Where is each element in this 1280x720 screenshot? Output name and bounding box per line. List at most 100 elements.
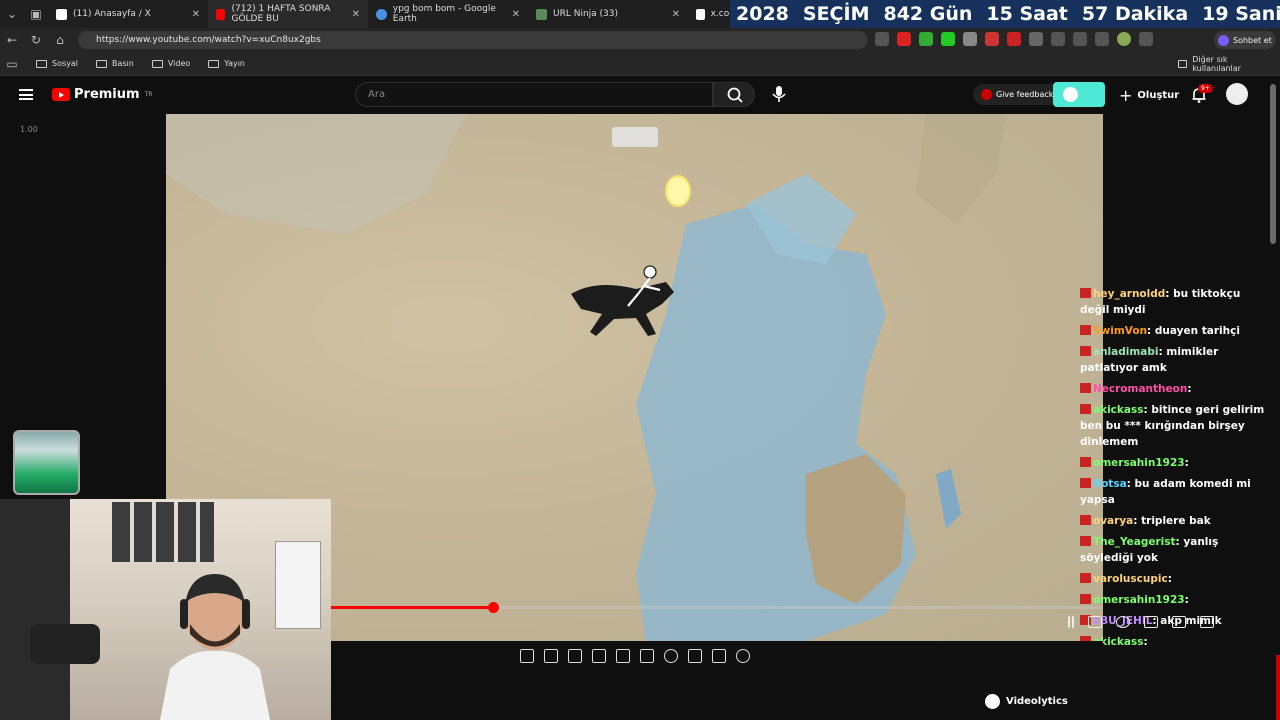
collections-icon[interactable] [1095,32,1109,46]
badge-icon [1080,346,1091,356]
extension-icon[interactable] [1007,32,1021,46]
profile-icon[interactable] [1117,32,1131,46]
chat-message: anladimabi: mimikler patlatıyor amk [1080,344,1270,376]
aspect-icon[interactable] [616,649,630,663]
chat-message: SwimVon: duayen tarihçi [1080,323,1270,339]
extension-icon[interactable] [875,32,889,46]
theater-mode-icon[interactable] [1172,616,1186,628]
extension-toolbar [520,649,750,663]
back-icon[interactable]: ← [0,33,24,47]
chat-text: triplere bak [1141,515,1211,527]
playback-speed: 1.00 [20,125,38,134]
tab-youtube[interactable]: (712) 1 HAFTA SONRA GÖLDE BU ✕ [208,0,368,28]
more-icon[interactable] [1139,32,1153,46]
extension-icon[interactable] [919,32,933,46]
menu-icon[interactable] [19,89,33,100]
cinema-icon[interactable] [592,649,606,663]
youtube-header: Premium TR Ara Give feedback + Oluştur [0,76,1280,114]
split-screen-icon[interactable] [1051,32,1065,46]
badge-icon [1080,515,1091,525]
chat-username[interactable]: omersahin1923 [1093,457,1185,469]
tab-url-ninja[interactable]: URL Ninja (33) ✕ [528,0,688,28]
plus-box-icon[interactable] [688,649,702,663]
search-input[interactable]: Ara [355,82,713,107]
video-progress-bar[interactable] [331,602,1103,613]
search-button[interactable] [713,82,755,107]
avatar[interactable] [1226,83,1248,105]
search-placeholder: Ara [368,89,386,100]
create-label: Oluştur [1137,90,1180,101]
favorites-icon[interactable] [1073,32,1087,46]
refresh-icon[interactable]: ↻ [24,33,48,47]
close-icon[interactable]: ✕ [512,9,520,20]
chat-username[interactable]: hey_arnoldd [1093,288,1165,300]
url-field[interactable]: https://www.youtube.com/watch?v=xuCn8ux2… [78,31,868,49]
x-icon [56,8,67,20]
tab-label: URL Ninja (33) [553,9,619,19]
subtitles-icon[interactable] [1088,616,1102,628]
chat-username[interactable]: SwimVon [1093,325,1147,337]
bookmark-folder[interactable]: Basın [96,59,134,68]
badge-icon [1080,478,1091,488]
bookmark-folder[interactable]: Video [151,59,190,68]
extension-icon[interactable] [985,32,999,46]
microphone-icon[interactable] [770,84,788,104]
home-icon[interactable]: ⌂ [48,33,72,47]
gear-icon[interactable] [736,649,750,663]
player-controls [1068,616,1214,628]
fullscreen-icon[interactable] [1200,616,1214,628]
audio-icon[interactable] [544,649,558,663]
pause-icon[interactable] [1068,616,1074,628]
workspaces-icon[interactable]: ▣ [24,7,48,21]
video-left-panel: 1.00 [0,114,166,500]
close-icon[interactable]: ✕ [352,9,360,20]
close-icon[interactable]: ✕ [672,9,680,20]
notification-badge: 9+ [1198,84,1213,93]
videolytics-button[interactable]: Videolytics [985,694,1068,709]
give-feedback-button[interactable]: Give feedback [973,84,1062,105]
gem-jar-overlay [13,430,80,495]
copilot-button[interactable]: Sohbet et [1214,31,1276,49]
election-countdown-banner: 2028 SEÇİM 842 Gün 15 Saat 57 Dakika 19 … [730,0,1280,28]
tab-google-earth[interactable]: ypg bom bom - Google Earth ✕ [368,0,528,28]
chat-username[interactable]: Necromantheon [1093,383,1187,395]
youtube-logo[interactable]: Premium TR [52,87,152,102]
badge-icon [1080,325,1091,335]
screenshot-icon[interactable] [712,649,726,663]
chat-message: hey_arnoldd: bu tiktokçu değil miydi [1080,286,1270,318]
url-text: https://www.youtube.com/watch?v=xuCn8ux2… [96,35,321,45]
extension-icon[interactable] [941,32,955,46]
extension-icon[interactable] [963,32,977,46]
close-icon[interactable]: ✕ [192,9,200,20]
loop-icon[interactable] [520,649,534,663]
puzzle-icon[interactable] [1029,32,1043,46]
speed-icon[interactable] [664,649,678,663]
settings-icon[interactable] [1116,616,1130,628]
chat-username[interactable]: akickass [1093,404,1143,416]
chat-username[interactable]: The_Yeagerist [1093,536,1176,548]
extension-toggle[interactable] [1053,82,1105,107]
page-scrollbar[interactable] [1270,84,1276,244]
chat-username[interactable]: anladimabi [1093,346,1159,358]
bookmark-folder[interactable]: Sosyal [36,59,78,68]
crop-icon[interactable] [640,649,654,663]
create-button[interactable]: + Oluştur [1119,86,1179,105]
chat-separator: : [1167,573,1172,585]
player-overlay-buttons[interactable] [612,127,658,147]
bookmark-folder[interactable]: Yayın [208,59,245,68]
bookmarks-menu-icon[interactable]: ▭ [0,57,24,71]
folder-icon [96,59,107,68]
view-icon[interactable] [568,649,582,663]
edge-accent [1276,655,1280,720]
badge-icon [1080,594,1091,604]
chat-username[interactable]: varoluscupic [1093,573,1168,585]
search-icon [727,87,743,103]
tab-list-button[interactable]: ⌄ [0,7,24,21]
chat-username[interactable]: omersahin1923 [1093,594,1185,606]
tab-x-home[interactable]: (11) Anasayfa / X ✕ [48,0,208,28]
other-bookmarks[interactable]: Diğer sık kullanılanlar [1178,55,1262,73]
chat-username[interactable]: Rotsa [1093,478,1127,490]
chat-username[interactable]: ovarya [1093,515,1133,527]
miniplayer-icon[interactable] [1144,616,1158,628]
extension-icon[interactable] [897,32,911,46]
